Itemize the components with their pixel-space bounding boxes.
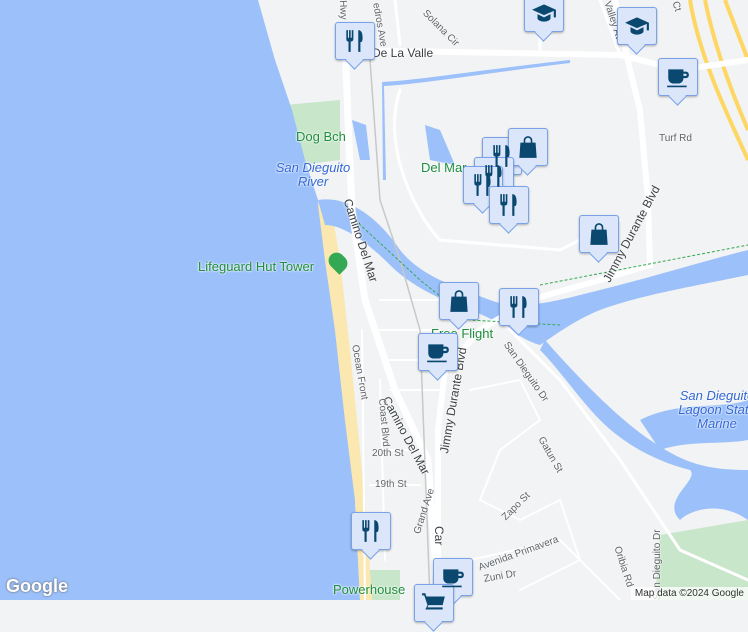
shopping-marker[interactable] bbox=[439, 282, 479, 320]
via-de-la-valle-label: De La Valle bbox=[372, 46, 434, 60]
shopping-bag-icon bbox=[450, 290, 468, 312]
powerhouse-label[interactable]: Powerhouse bbox=[333, 582, 405, 597]
shopping-cart-icon bbox=[422, 593, 445, 610]
del-mar-label[interactable]: Del Mar bbox=[421, 160, 467, 175]
lagoon-label: San Dieguito Lagoon State Marine bbox=[678, 388, 748, 431]
map-attribution[interactable]: Map data ©2024 Google bbox=[630, 587, 748, 600]
shopping-marker[interactable] bbox=[579, 215, 619, 253]
google-logo[interactable]: Google bbox=[6, 576, 68, 597]
fork-knife-icon bbox=[346, 30, 363, 52]
turf-rd-label: Turf Rd bbox=[659, 133, 692, 144]
restaurant-marker[interactable] bbox=[351, 512, 391, 550]
fork-knife-icon bbox=[362, 520, 379, 542]
graduation-cap-icon bbox=[532, 4, 556, 22]
san-dieguito-river-label: San Dieguito River bbox=[275, 160, 351, 189]
lifeguard-hut-tower-label[interactable]: Lifeguard Hut Tower bbox=[198, 259, 314, 274]
fork-knife-icon bbox=[474, 174, 491, 196]
camino-del-mar-label-3: Car bbox=[432, 526, 446, 546]
coffee-cup-icon bbox=[427, 344, 449, 363]
coffee-cup-icon bbox=[667, 69, 689, 88]
coffee-cup-icon bbox=[442, 569, 464, 588]
cafe-marker[interactable] bbox=[658, 58, 698, 96]
restaurant-marker[interactable] bbox=[335, 22, 375, 60]
school-marker[interactable] bbox=[524, 0, 564, 32]
20th-st-label: 20th St bbox=[372, 448, 404, 459]
map-canvas[interactable] bbox=[0, 0, 748, 600]
dog-beach-label[interactable]: Dog Bch bbox=[296, 129, 346, 144]
graduation-cap-icon bbox=[625, 17, 649, 35]
hwy-label: Hwy bbox=[337, 0, 349, 20]
cafe-marker[interactable] bbox=[418, 333, 458, 371]
fork-knife-icon bbox=[500, 194, 517, 216]
restaurant-marker[interactable] bbox=[499, 288, 539, 326]
ocean bbox=[0, 0, 360, 600]
school-marker[interactable] bbox=[617, 7, 657, 45]
freeway bbox=[688, 0, 748, 161]
shopping-bag-icon bbox=[590, 223, 608, 245]
pond-2 bbox=[425, 125, 455, 165]
fork-knife-icon bbox=[510, 296, 527, 318]
shopping-bag-icon bbox=[519, 136, 537, 158]
19th-st-label: 19th St bbox=[375, 479, 407, 490]
pond bbox=[352, 120, 370, 160]
